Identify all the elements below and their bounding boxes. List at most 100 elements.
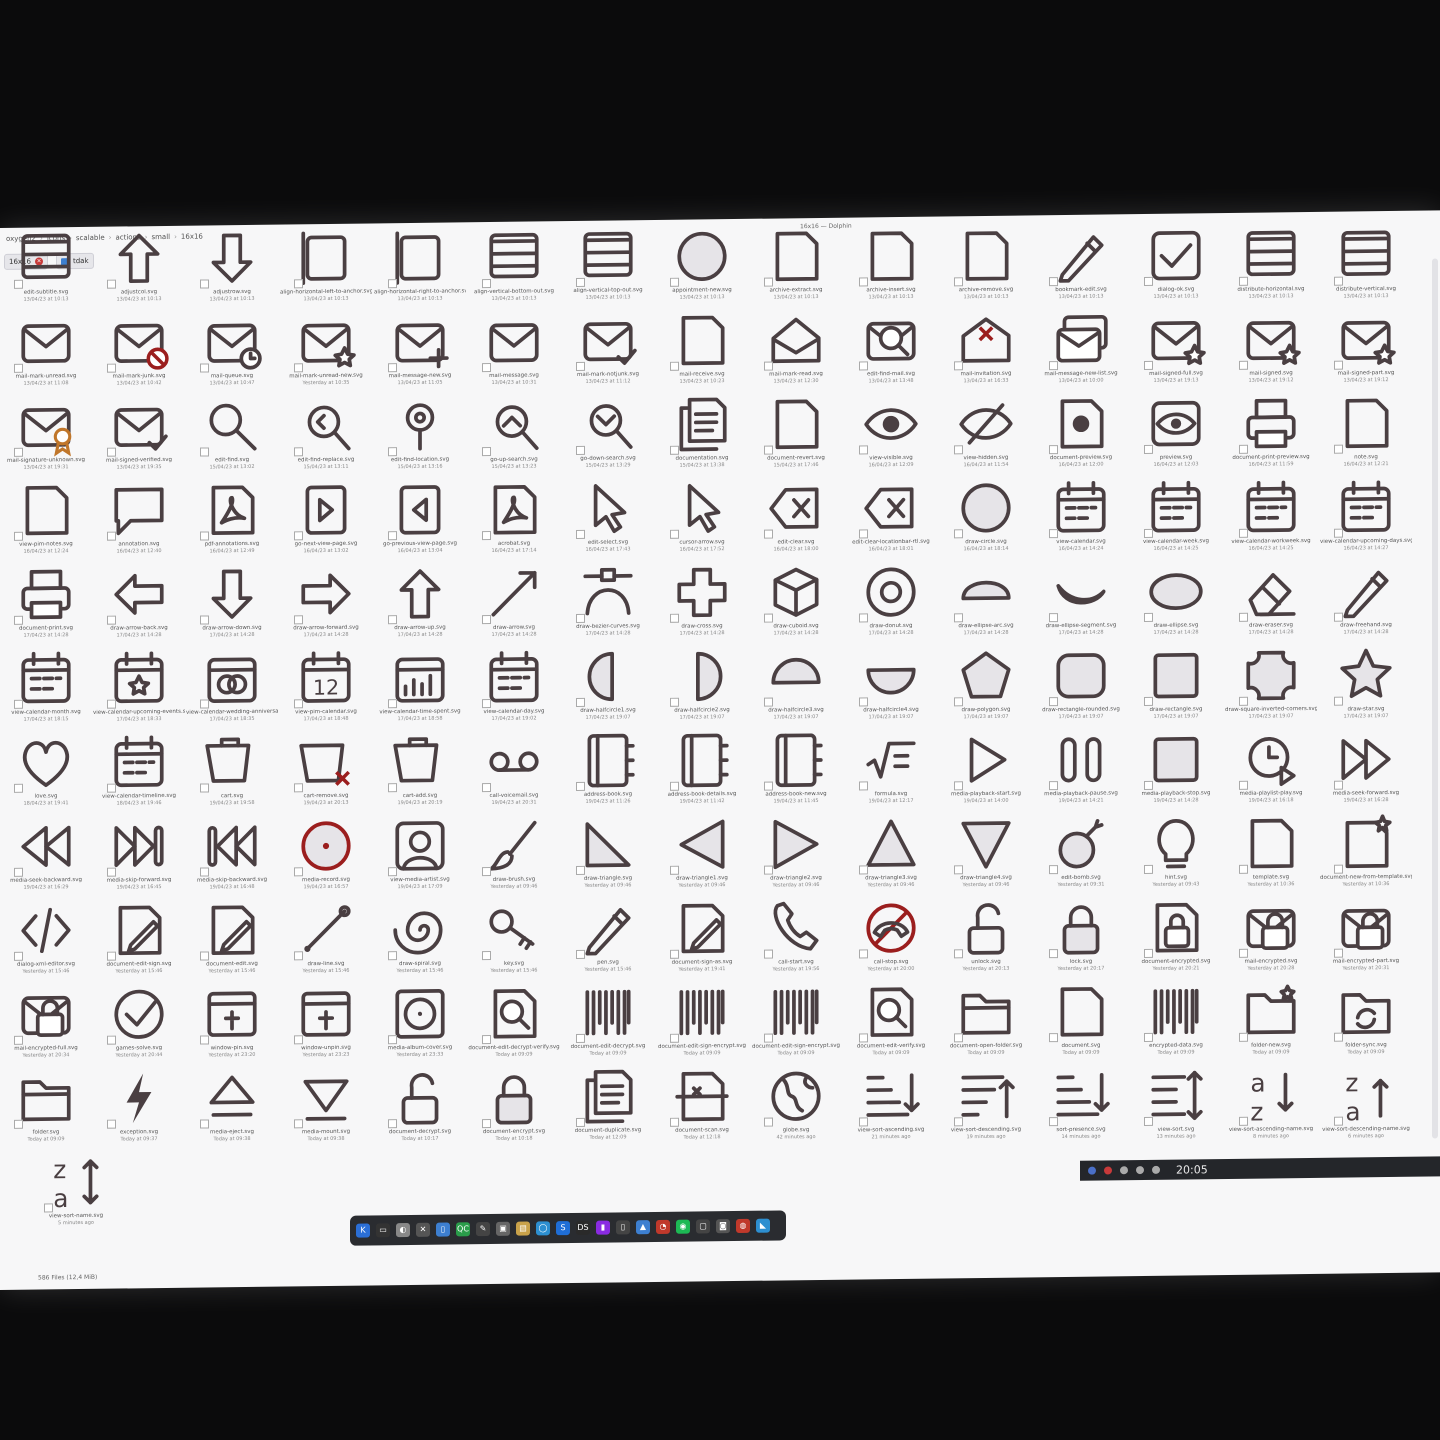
- select-checkbox[interactable]: [294, 614, 303, 625]
- file-item[interactable]: align-vertical-bottom-out.svg 13/04/23 at…: [468, 226, 560, 309]
- file-item[interactable]: archive-extract.svg 13/04/23 at 10:13: [750, 225, 842, 308]
- notification-icon[interactable]: [1104, 1166, 1112, 1175]
- select-checkbox[interactable]: [954, 1117, 963, 1127]
- file-item[interactable]: mail-signed-full.svg 13/04/23 at 19:13: [1130, 308, 1222, 391]
- select-checkbox[interactable]: [14, 699, 23, 709]
- file-item[interactable]: draw-halfcircle1.svg 17/04/23 at 19:07: [562, 645, 654, 728]
- file-item[interactable]: media-eject.svg Today at 09:38: [186, 1066, 278, 1149]
- dock-app-icon[interactable]: QC: [456, 1222, 470, 1237]
- select-checkbox[interactable]: [670, 782, 679, 792]
- file-item[interactable]: view-sort-descending.svg 19 minutes ago: [940, 1064, 1032, 1147]
- select-checkbox[interactable]: [107, 699, 116, 709]
- file-item[interactable]: document-print.svg 17/04/23 at 14:28: [0, 563, 92, 646]
- select-checkbox[interactable]: [1049, 444, 1058, 455]
- select-checkbox[interactable]: [14, 615, 23, 625]
- select-checkbox[interactable]: [388, 530, 397, 540]
- file-item[interactable]: cart.svg 19/04/23 at 19:58: [186, 730, 278, 813]
- file-item[interactable]: view-calendar-time-spent.svg 17/04/23 at …: [374, 646, 466, 729]
- file-item[interactable]: mail-mark-unread.svg 13/04/23 at 11:08: [0, 311, 92, 394]
- file-item[interactable]: distribute-vertical.svg 13/04/23 at 10:13: [1320, 223, 1412, 306]
- select-checkbox[interactable]: [14, 867, 23, 877]
- file-item[interactable]: edit-find-location.svg 15/04/23 at 13:16: [374, 394, 466, 477]
- select-checkbox[interactable]: [294, 530, 303, 541]
- select-checkbox[interactable]: [1334, 528, 1343, 538]
- file-item[interactable]: edit-find-replace.svg 15/04/23 at 13:11: [280, 394, 372, 477]
- select-checkbox[interactable]: [670, 278, 679, 288]
- select-checkbox[interactable]: [764, 445, 773, 455]
- select-checkbox[interactable]: [670, 866, 679, 876]
- select-checkbox[interactable]: [1334, 1032, 1343, 1042]
- dock-app-icon[interactable]: ▯: [436, 1222, 450, 1237]
- file-item[interactable]: window-unpin.svg Yesterday at 23:23: [280, 982, 372, 1065]
- file-item[interactable]: appointment-new.svg 13/04/23 at 10:13: [656, 225, 748, 308]
- select-checkbox[interactable]: [107, 279, 116, 289]
- bluetooth-icon[interactable]: [1152, 1165, 1160, 1174]
- select-checkbox[interactable]: [388, 446, 397, 456]
- file-item[interactable]: view-sort.svg 13 minutes ago: [1130, 1064, 1222, 1147]
- select-checkbox[interactable]: [1334, 360, 1343, 370]
- file-item[interactable]: z a view-sort-descending-name.svg 6 minutes…: [1320, 1063, 1412, 1146]
- file-item[interactable]: annotation.svg 16/04/23 at 12:40: [93, 479, 185, 562]
- file-item[interactable]: media-playback-start.svg 19/04/23 at 14:0…: [940, 728, 1032, 811]
- select-checkbox[interactable]: [1049, 864, 1058, 875]
- file-item[interactable]: dialog-ok.svg 13/04/23 at 10:13: [1130, 224, 1222, 307]
- select-checkbox[interactable]: [954, 697, 963, 707]
- file-item[interactable]: media-skip-backward.svg 19/04/23 at 16:48: [186, 814, 278, 897]
- select-checkbox[interactable]: [859, 613, 868, 623]
- file-item[interactable]: document-preview.svg 16/04/23 at 12:00: [1035, 392, 1127, 475]
- file-item[interactable]: cart-add.svg 19/04/23 at 20:19: [374, 730, 466, 813]
- file-item[interactable]: a z view-sort-ascending-name.svg 8 minutes …: [1225, 1064, 1317, 1147]
- select-checkbox[interactable]: [954, 445, 963, 455]
- select-checkbox[interactable]: [1239, 1116, 1248, 1126]
- select-checkbox[interactable]: [294, 1118, 303, 1129]
- file-item[interactable]: view-media-artist.svg 19/04/23 at 17:09: [374, 814, 466, 897]
- file-item[interactable]: mail-encrypted-part.svg Yesterday at 20:3…: [1320, 895, 1412, 978]
- select-checkbox[interactable]: [14, 531, 23, 541]
- file-item[interactable]: address-book-new.svg 19/04/23 at 11:45: [750, 729, 842, 812]
- select-checkbox[interactable]: [1239, 360, 1248, 370]
- select-checkbox[interactable]: [764, 1117, 773, 1127]
- file-item[interactable]: archive-remove.svg 13/04/23 at 10:13: [940, 224, 1032, 307]
- select-checkbox[interactable]: [670, 1034, 679, 1044]
- select-checkbox[interactable]: [482, 1118, 491, 1128]
- select-checkbox[interactable]: [1144, 444, 1153, 454]
- select-checkbox[interactable]: [107, 867, 116, 877]
- dock-app-icon[interactable]: ◙: [716, 1219, 730, 1234]
- file-item[interactable]: document-edit-sign.svg Yesterday at 15:46: [93, 899, 185, 982]
- select-checkbox[interactable]: [107, 531, 116, 541]
- file-item[interactable]: media-playback-pause.svg 19/04/23 at 14:2…: [1035, 728, 1127, 811]
- select-checkbox[interactable]: [1239, 948, 1248, 958]
- dock-app-icon[interactable]: ▭: [376, 1223, 390, 1238]
- file-item[interactable]: go-up-search.svg 15/04/23 at 13:23: [468, 394, 560, 477]
- select-checkbox[interactable]: [1334, 864, 1343, 874]
- select-checkbox[interactable]: [954, 361, 963, 371]
- file-item[interactable]: draw-cuboid.svg 17/04/23 at 14:28: [750, 561, 842, 644]
- dock-app-icon[interactable]: ◐: [396, 1222, 410, 1238]
- file-item[interactable]: mail-message-new.svg 13/04/23 at 11:05: [374, 310, 466, 393]
- file-item[interactable]: go-down-search.svg 15/04/23 at 13:29: [562, 393, 654, 476]
- select-checkbox[interactable]: [1049, 360, 1058, 371]
- select-checkbox[interactable]: [670, 1118, 679, 1128]
- file-item[interactable]: document-edit-decrypt.svg Today at 09:09: [562, 981, 654, 1064]
- file-item[interactable]: view-calendar-workweek.svg 16/04/23 at 14…: [1225, 476, 1317, 559]
- file-item[interactable]: draw-triangle2.svg Yesterday at 09:46: [750, 813, 842, 896]
- file-item[interactable]: mail-signature-unknown.svg 13/04/23 at 19…: [0, 395, 92, 478]
- select-checkbox[interactable]: [200, 783, 209, 793]
- select-checkbox[interactable]: [670, 446, 679, 456]
- volume-icon[interactable]: [1120, 1166, 1128, 1175]
- file-item[interactable]: document-revert.svg 15/04/23 at 17:46: [750, 393, 842, 476]
- file-item[interactable]: document-edit-decrypt-verify.svg Today at…: [468, 982, 560, 1065]
- file-item[interactable]: draw-arrow-down.svg 17/04/23 at 14:28: [186, 562, 278, 645]
- select-checkbox[interactable]: [1049, 1116, 1058, 1127]
- select-checkbox[interactable]: [294, 866, 303, 877]
- select-checkbox[interactable]: [576, 866, 585, 876]
- dock-app-icon[interactable]: ✎: [476, 1222, 490, 1237]
- file-item[interactable]: mail-mark-junk.svg 13/04/23 at 10:42: [93, 311, 185, 394]
- select-checkbox[interactable]: [294, 950, 303, 961]
- select-checkbox[interactable]: [954, 529, 963, 539]
- file-item[interactable]: template.svg Yesterday at 10:36: [1225, 812, 1317, 895]
- select-checkbox[interactable]: [1144, 528, 1153, 538]
- file-item[interactable]: draw-donut.svg 17/04/23 at 14:28: [845, 561, 937, 644]
- file-item[interactable]: lock.svg Yesterday at 20:17: [1035, 896, 1127, 979]
- file-item[interactable]: media-skip-forward.svg 19/04/23 at 16:45: [93, 815, 185, 898]
